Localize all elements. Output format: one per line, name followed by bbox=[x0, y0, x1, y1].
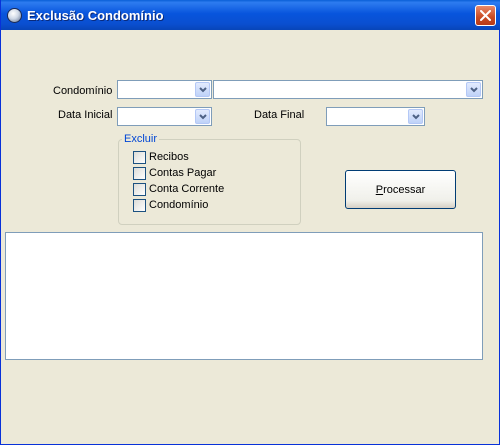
data-inicial-label: Data Inicial bbox=[58, 109, 113, 121]
checkbox-recibos-label[interactable]: Recibos bbox=[149, 151, 189, 163]
processar-mnemonic: P bbox=[375, 183, 384, 196]
data-final-picker[interactable] bbox=[326, 107, 425, 126]
condominio-label: Condomínio bbox=[53, 85, 113, 97]
data-final-label: Data Final bbox=[254, 109, 305, 121]
chevron-down-icon bbox=[199, 114, 207, 120]
data-final-dropdown-button[interactable] bbox=[408, 109, 423, 124]
data-inicial-dropdown-button[interactable] bbox=[195, 109, 210, 124]
checkbox-condominio-label[interactable]: Condomínio bbox=[149, 199, 208, 211]
checkbox-conta-corrente[interactable] bbox=[133, 183, 146, 196]
condominio-code-dropdown-button[interactable] bbox=[195, 82, 210, 97]
processar-button[interactable]: Processar bbox=[345, 170, 456, 209]
app-window: Exclusão Condomínio Condomínio Data Inic… bbox=[0, 0, 500, 445]
excluir-group-legend: Excluir bbox=[122, 133, 160, 145]
condominio-code-combo[interactable] bbox=[117, 80, 212, 99]
window-title: Exclusão Condomínio bbox=[27, 8, 164, 23]
close-button[interactable] bbox=[475, 5, 496, 26]
chevron-down-icon bbox=[412, 114, 420, 120]
app-icon[interactable] bbox=[7, 8, 22, 23]
processar-label-rest: rocessar bbox=[383, 183, 426, 196]
condominio-name-dropdown-button[interactable] bbox=[466, 82, 481, 97]
condominio-name-combo[interactable] bbox=[213, 80, 483, 99]
checkbox-contas-pagar-label[interactable]: Contas Pagar bbox=[149, 167, 216, 179]
close-icon bbox=[480, 10, 491, 21]
checkbox-recibos[interactable] bbox=[133, 151, 146, 164]
chevron-down-icon bbox=[199, 87, 207, 93]
data-inicial-picker[interactable] bbox=[117, 107, 212, 126]
title-bar[interactable]: Exclusão Condomínio bbox=[1, 0, 500, 30]
checkbox-conta-corrente-label[interactable]: Conta Corrente bbox=[149, 183, 224, 195]
checkbox-condominio[interactable] bbox=[133, 199, 146, 212]
log-textarea[interactable] bbox=[5, 232, 483, 360]
checkbox-contas-pagar[interactable] bbox=[133, 167, 146, 180]
chevron-down-icon bbox=[470, 87, 478, 93]
